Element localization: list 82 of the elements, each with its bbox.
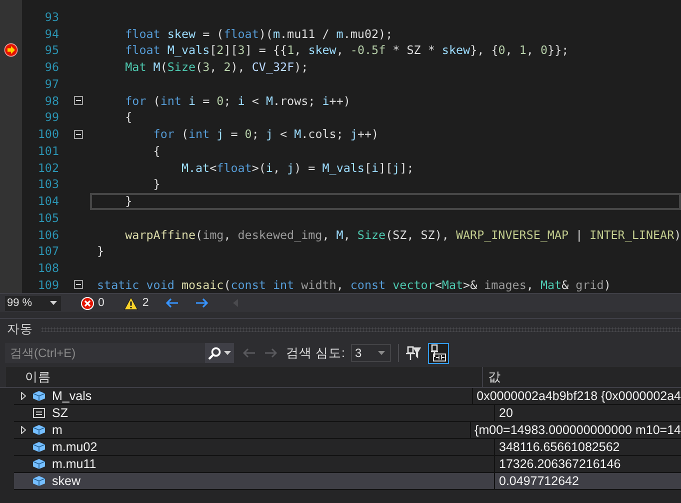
error-count[interactable]: 0 bbox=[98, 297, 104, 309]
back-arrow-icon[interactable] bbox=[164, 298, 179, 308]
variable-value: 20 bbox=[498, 405, 514, 421]
dropdown-caret-icon bbox=[224, 351, 231, 355]
dropdown-caret-icon bbox=[378, 351, 385, 355]
zoom-dropdown[interactable]: 99 % bbox=[5, 296, 61, 310]
variable-row[interactable]: M_vals 0x0000002a4b9bf218 {0x0000002a4 bbox=[14, 388, 681, 405]
column-header[interactable]: 값 bbox=[482, 367, 681, 387]
variable-value: 348116.65661082562 bbox=[498, 439, 621, 455]
collapse-icon[interactable] bbox=[74, 280, 82, 290]
variable-row[interactable]: skew 0.0497712642 bbox=[14, 473, 681, 490]
line-number: 95 bbox=[44, 43, 59, 58]
variable-name: SZ bbox=[52, 406, 68, 420]
line-number: 102 bbox=[36, 160, 59, 175]
collapse-icon[interactable] bbox=[74, 130, 82, 139]
code-line: static void mosaic(const int width, const vector<Mat>& images, Mat& grid) bbox=[97, 278, 611, 292]
constant-icon bbox=[32, 407, 46, 419]
line-number: 101 bbox=[36, 144, 59, 158]
cube-icon bbox=[32, 475, 46, 487]
search-depth-dropdown[interactable]: 3 bbox=[350, 344, 391, 362]
zoom-value: 99 % bbox=[7, 297, 32, 309]
variable-name: m.mu02 bbox=[52, 440, 98, 454]
search-button[interactable] bbox=[205, 343, 234, 363]
code-line: warpAffine(img, deskewed_img, M, Size(SZ, SZ), WARP_INVERSE_MAP | INTER_LINEAR) bbox=[124, 228, 681, 242]
line-number: 108 bbox=[36, 261, 59, 276]
forward-arrow-icon[interactable] bbox=[194, 298, 209, 308]
pin-filter-icon bbox=[405, 345, 422, 361]
panel-title: 자동 bbox=[7, 320, 33, 338]
line-number: 93 bbox=[44, 10, 59, 24]
line-number: 106 bbox=[36, 228, 59, 242]
code-line: { bbox=[124, 110, 132, 124]
variable-row[interactable]: m {m00=14983.000000000000 m10=14 bbox=[14, 422, 681, 439]
error-icon[interactable] bbox=[81, 296, 94, 310]
variable-value: 17326.206367216146 bbox=[498, 456, 622, 472]
variable-name: M_vals bbox=[52, 389, 92, 403]
variable-row[interactable]: SZ 20 bbox=[14, 405, 681, 422]
cube-icon bbox=[32, 441, 46, 453]
code-line: for (int j = 0; j < M.cols; j++) bbox=[152, 127, 379, 142]
line-number: 105 bbox=[36, 210, 59, 225]
expand-arrow-icon[interactable] bbox=[20, 426, 26, 434]
dropdown-caret-icon bbox=[50, 301, 57, 305]
variable-value: {m00=14983.000000000000 m10=14 bbox=[474, 422, 681, 438]
cube-icon bbox=[32, 390, 46, 402]
code-editor[interactable] bbox=[0, 0, 681, 293]
code-line: float M_vals[2][3] = {{1, skew, -0.5f * SZ * skew}, {0, 1, 0}}; bbox=[124, 43, 569, 58]
hex-display-icon bbox=[430, 344, 446, 362]
code-line: } bbox=[97, 244, 104, 258]
code-line: M.at<float>(i, j) = M_vals[i][j]; bbox=[180, 160, 414, 175]
line-number: 109 bbox=[36, 278, 59, 292]
variable-name: m bbox=[52, 423, 62, 437]
warning-icon[interactable] bbox=[124, 296, 138, 310]
variable-name: m.mu11 bbox=[52, 457, 96, 471]
code-line: Mat M(Size(3, 2), CV_32F); bbox=[124, 60, 308, 74]
variable-value: 0.0497712642 bbox=[498, 473, 580, 489]
warning-count[interactable]: 2 bbox=[142, 297, 149, 309]
column-header[interactable]: 이름 bbox=[0, 367, 482, 387]
collapse-icon[interactable] bbox=[74, 96, 82, 106]
search-icon bbox=[208, 346, 221, 360]
line-number: 99 bbox=[44, 110, 59, 124]
variable-name: skew bbox=[52, 474, 80, 488]
code-line: for (int i = 0; i < M.rows; i++) bbox=[124, 94, 350, 108]
variable-row[interactable]: m.mu02 348116.65661082562 bbox=[14, 439, 681, 456]
line-number: 100 bbox=[36, 127, 59, 142]
line-number: 94 bbox=[44, 26, 59, 41]
code-line: float skew = (float)(m.mu11 / m.mu02); bbox=[124, 26, 393, 41]
cube-icon bbox=[32, 458, 46, 470]
variable-value: 0x0000002a4b9bf218 {0x0000002a4 bbox=[476, 388, 681, 404]
search-field[interactable]: 검색(Ctrl+E) bbox=[5, 343, 205, 363]
expand-arrow-icon[interactable] bbox=[20, 392, 26, 400]
line-number: 98 bbox=[44, 94, 59, 108]
code-line: { bbox=[152, 144, 160, 158]
code-line: } bbox=[124, 194, 132, 208]
line-number: 96 bbox=[44, 60, 59, 74]
code-line: } bbox=[152, 177, 160, 192]
line-number: 103 bbox=[36, 177, 59, 192]
search-depth-label: 검색 심도: bbox=[286, 344, 345, 362]
cube-icon bbox=[32, 424, 46, 436]
line-number: 107 bbox=[36, 244, 59, 258]
line-number: 104 bbox=[36, 194, 59, 208]
line-number: 97 bbox=[44, 76, 59, 91]
hex-display-button[interactable] bbox=[428, 342, 449, 364]
drag-grip[interactable] bbox=[41, 326, 681, 332]
